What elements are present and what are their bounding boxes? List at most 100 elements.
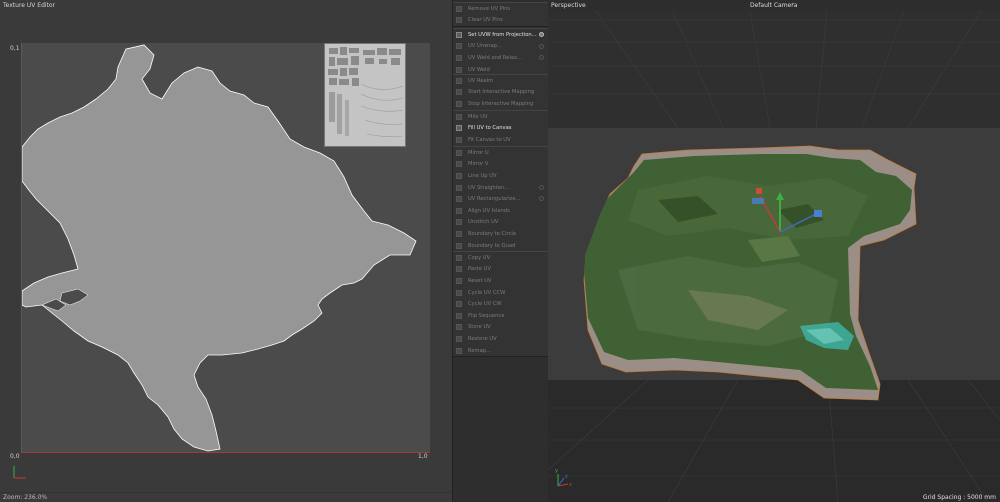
command-button[interactable]: Start Interactive Mapping: [453, 87, 548, 99]
command-icon: [456, 289, 462, 296]
command-icon: [456, 219, 462, 226]
camera-icon[interactable]: ◦: [791, 1, 795, 8]
gear-icon[interactable]: [539, 196, 544, 202]
command-icon: [456, 312, 462, 319]
gear-icon[interactable]: [539, 55, 544, 61]
command-button[interactable]: Remap...: [453, 345, 548, 357]
command-button[interactable]: Fit Canvas to UV: [453, 134, 548, 146]
view-name[interactable]: Perspective: [551, 2, 586, 9]
zoom-readout: Zoom: 236.0%: [3, 494, 48, 501]
command-icon: [456, 89, 462, 96]
uv-editor-panel: Texture UV Editor 0,1 0,0 1,0 Zoom: 236.…: [0, 0, 452, 502]
command-icon: [456, 77, 462, 84]
command-icon: [456, 31, 462, 38]
command-group: Mirror U Mirror V Line Up UV UV Straighten.…: [453, 146, 548, 253]
command-label: Fit Canvas to UV: [468, 136, 511, 143]
viewport-header: Perspective Default Camera ◦: [548, 0, 1000, 11]
u-axis-line: [21, 452, 430, 453]
command-icon: [456, 54, 462, 61]
command-button[interactable]: Clear UV Pins: [453, 15, 548, 27]
command-label: Align UV Islands: [468, 207, 510, 214]
command-button[interactable]: Mirror U: [453, 147, 548, 159]
grid-spacing-readout: Grid Spacing : 5000 mm: [922, 494, 996, 501]
command-icon: [456, 149, 462, 156]
command-label: Boundary to Quad: [468, 242, 516, 249]
command-button[interactable]: Reset UV: [453, 275, 548, 287]
svg-text:x: x: [569, 482, 572, 488]
command-button[interactable]: Mirror V: [453, 159, 548, 171]
command-icon: [456, 266, 462, 273]
command-label: Stop Interactive Mapping: [468, 100, 534, 107]
command-button[interactable]: Store UV: [453, 322, 548, 334]
command-button[interactable]: Unstitch UV: [453, 217, 548, 229]
command-label: Remap...: [468, 347, 492, 354]
gear-icon[interactable]: [539, 43, 544, 49]
command-icon: [456, 17, 462, 24]
command-label: Mile UV: [468, 113, 488, 120]
command-button[interactable]: Boundary to Circle: [453, 228, 548, 240]
tick-label-origin: 0,0: [10, 453, 20, 460]
command-icon: [456, 113, 462, 120]
command-label: Cycle UV CCW: [468, 289, 506, 296]
command-button[interactable]: UV Weld and Relax...: [453, 52, 548, 64]
command-group: UV Realm Start Interactive Mapping Stop In…: [453, 74, 548, 111]
command-label: Mirror V: [468, 161, 489, 168]
command-button[interactable]: Cycle UV CW: [453, 298, 548, 310]
command-button[interactable]: Copy UV: [453, 252, 548, 264]
command-label: Start Interactive Mapping: [468, 89, 535, 96]
uv-commands-panel: Remove UV Pins Clear UV Pins Set UVW from …: [452, 0, 549, 502]
gear-icon[interactable]: [539, 32, 544, 37]
command-label: Clear UV Pins: [468, 17, 503, 24]
command-label: Fill UV to Canvas: [468, 125, 512, 132]
command-label: UV Rectangularize...: [468, 196, 521, 203]
tick-label-top: 0,1: [10, 45, 20, 52]
command-button[interactable]: UV Straighten...: [453, 182, 548, 194]
command-button[interactable]: Paste UV: [453, 264, 548, 276]
status-divider: [0, 492, 452, 493]
command-label: UV Straighten...: [468, 184, 510, 191]
command-button[interactable]: Remove UV Pins: [453, 3, 548, 15]
command-label: UV Realm: [468, 77, 494, 84]
command-button[interactable]: UV Rectangularize...: [453, 193, 548, 205]
command-group: Set UVW from Projection... UV Unwrap... UV…: [453, 28, 548, 77]
command-label: UV Weld and Relax...: [468, 54, 523, 61]
command-icon: [456, 277, 462, 284]
command-label: Line Up UV: [468, 172, 497, 179]
command-button[interactable]: Fill UV to Canvas: [453, 123, 548, 135]
perspective-viewport[interactable]: y x z Perspective Default Camera ◦ Grid …: [548, 0, 1000, 502]
command-label: Remove UV Pins: [468, 5, 511, 12]
command-button[interactable]: Restore UV: [453, 333, 548, 345]
command-button[interactable]: Cycle UV CCW: [453, 287, 548, 299]
command-icon: [456, 161, 462, 168]
command-button[interactable]: Boundary to Quad: [453, 240, 548, 252]
command-icon: [456, 324, 462, 331]
command-group: Remove UV Pins Clear UV Pins: [453, 2, 548, 28]
command-icon: [456, 347, 462, 354]
command-button[interactable]: Stop Interactive Mapping: [453, 98, 548, 110]
command-group: Mile UV Fill UV to Canvas Fit Canvas to UV: [453, 110, 548, 147]
command-icon: [456, 172, 462, 179]
command-label: Unstitch UV: [468, 219, 499, 226]
command-button[interactable]: Set UVW from Projection...: [453, 29, 548, 41]
command-label: Store UV: [468, 324, 491, 331]
command-icon: [456, 207, 462, 214]
command-button[interactable]: Align UV Islands: [453, 205, 548, 217]
command-icon: [456, 196, 462, 203]
command-button[interactable]: UV Realm: [453, 75, 548, 87]
command-label: Flip Sequence: [468, 312, 505, 319]
viewport-scene: y x z: [548, 0, 1000, 502]
command-label: Reset UV: [468, 277, 492, 284]
uv-editor-title: Texture UV Editor: [3, 2, 56, 9]
command-button[interactable]: Mile UV: [453, 111, 548, 123]
command-label: Cycle UV CW: [468, 301, 502, 308]
gear-icon[interactable]: [539, 184, 544, 190]
command-button[interactable]: UV Unwrap...: [453, 41, 548, 53]
command-icon: [456, 43, 462, 50]
command-label: Boundary to Circle: [468, 230, 517, 237]
command-icon: [456, 5, 462, 12]
command-label: Restore UV: [468, 335, 497, 342]
command-button[interactable]: Flip Sequence: [453, 310, 548, 322]
command-icon: [456, 66, 462, 73]
command-button[interactable]: Line Up UV: [453, 170, 548, 182]
command-label: UV Unwrap...: [468, 43, 502, 50]
